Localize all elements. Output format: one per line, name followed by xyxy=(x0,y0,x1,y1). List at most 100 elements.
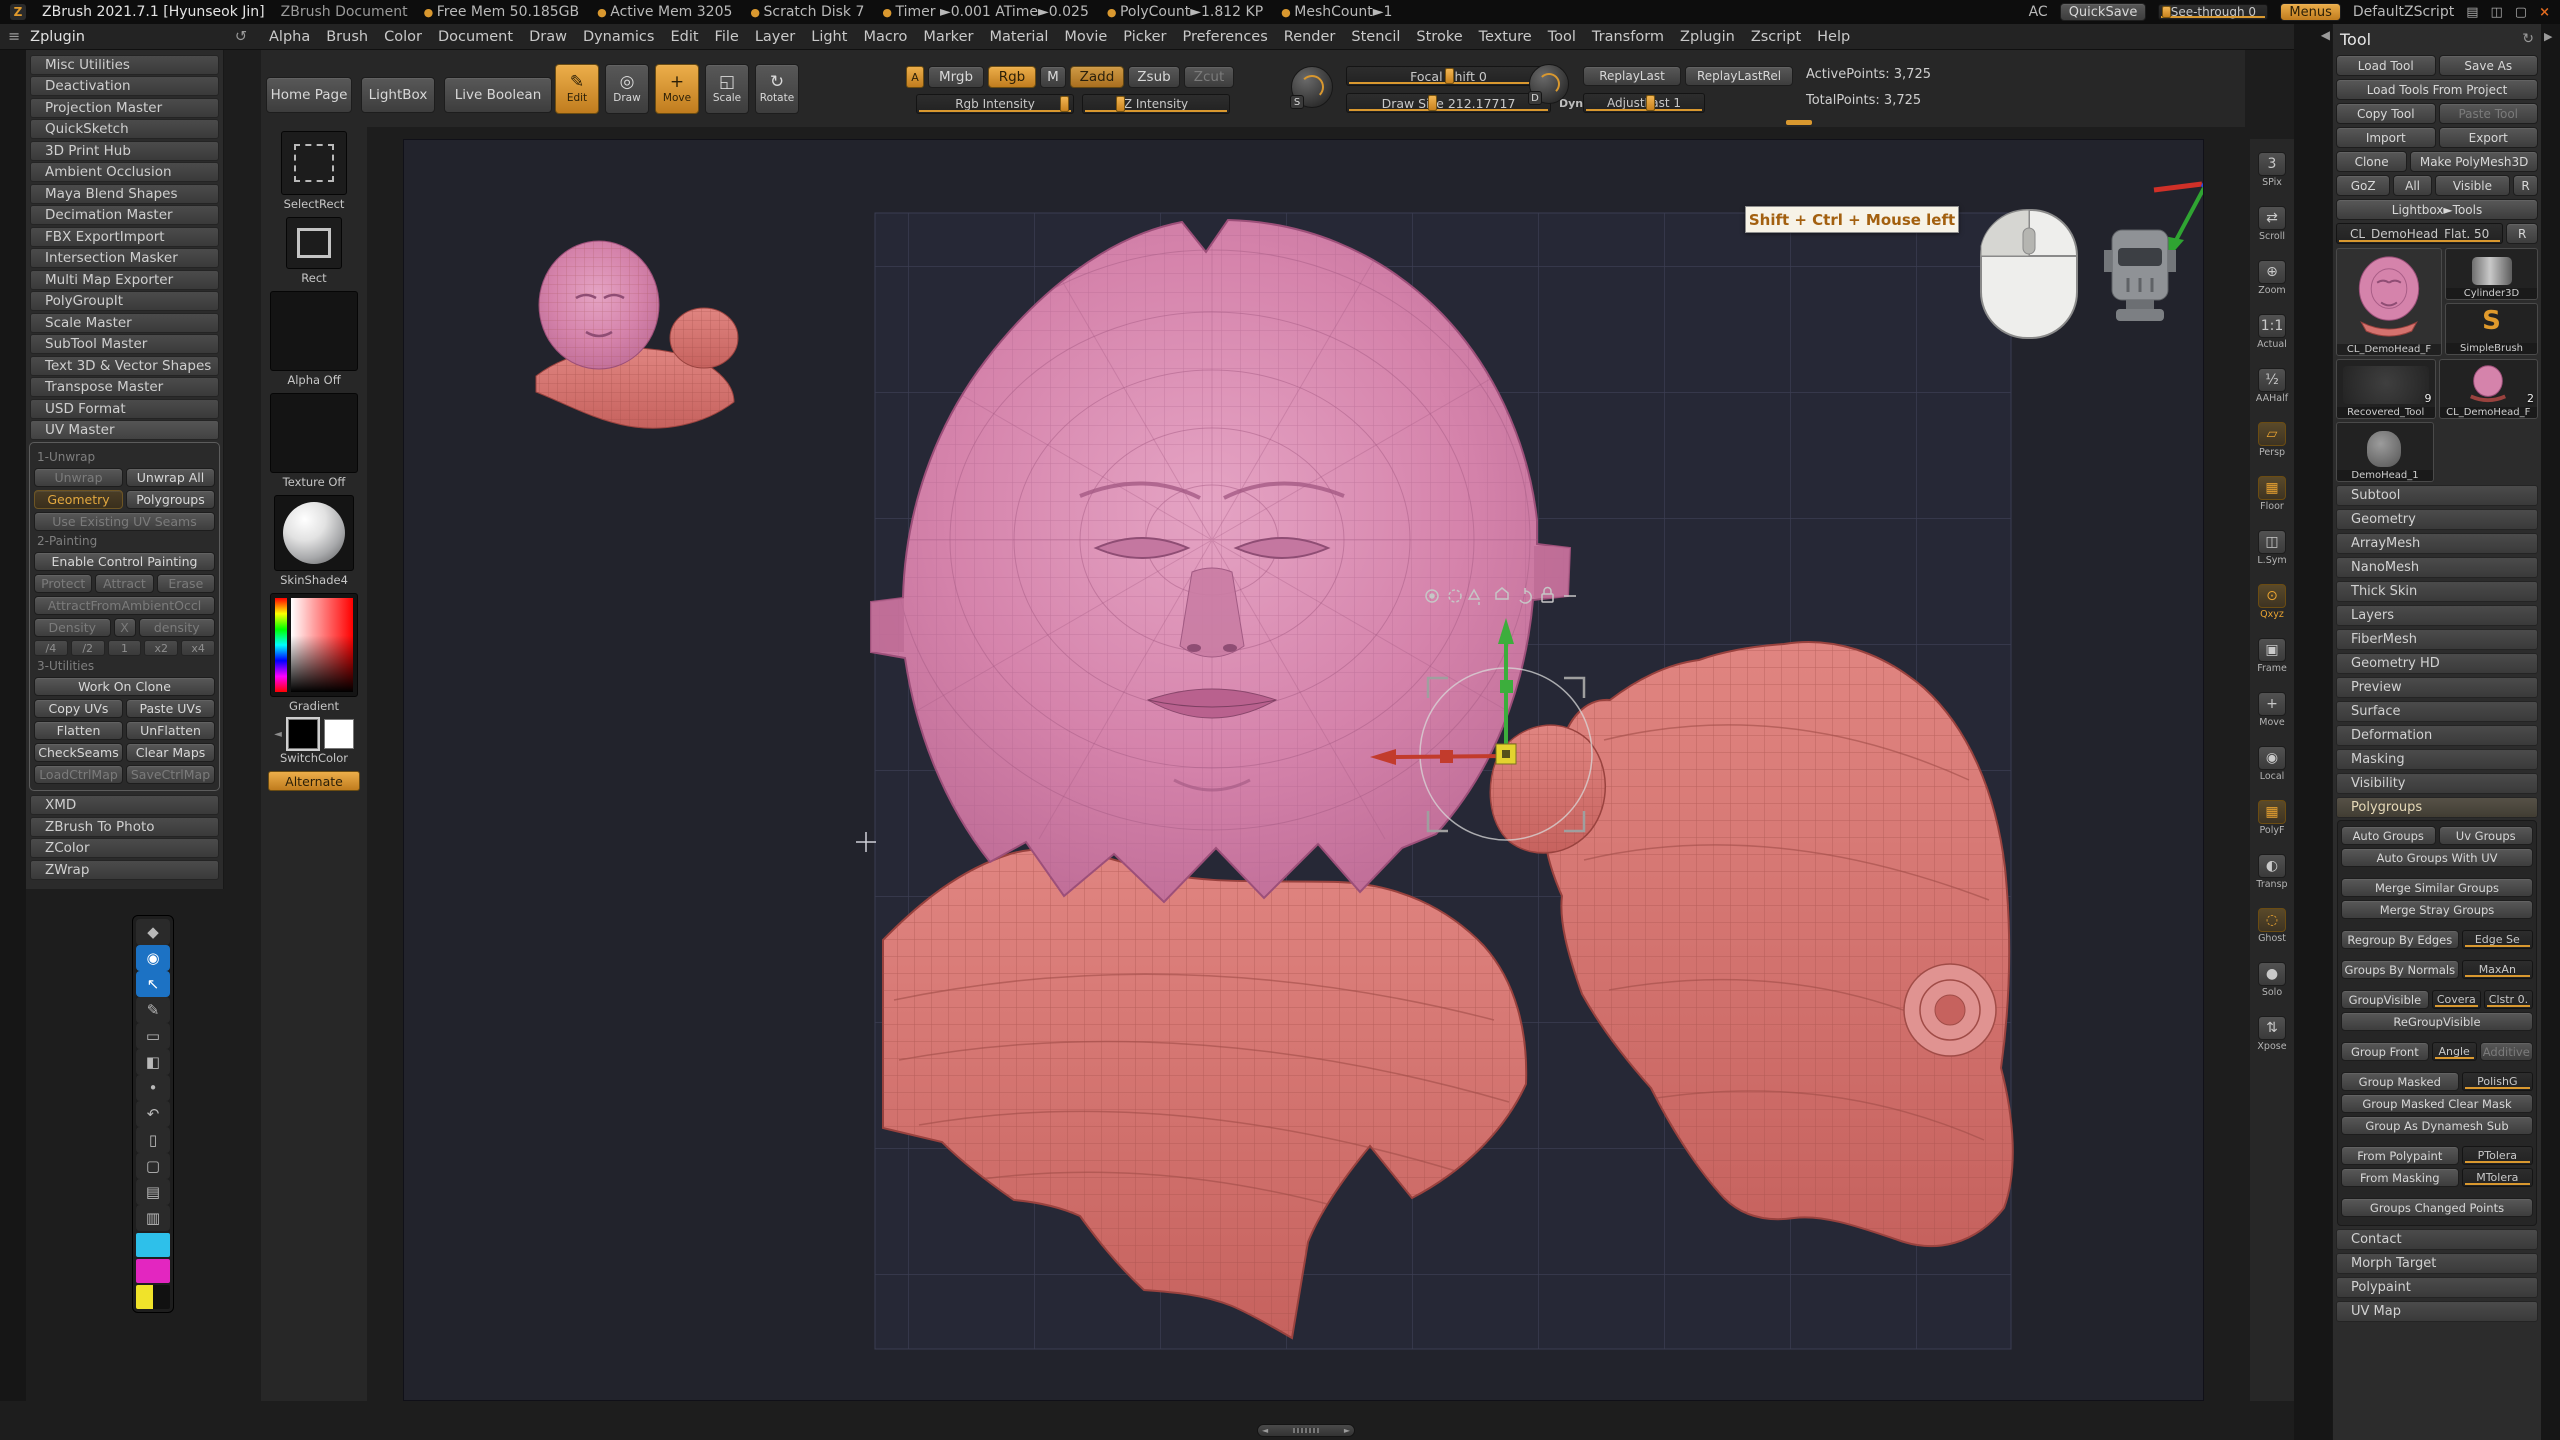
tool-thumb-demohead-f[interactable]: 2 CL_DemoHead_F xyxy=(2439,359,2539,419)
palette-refresh-icon[interactable]: ↺ xyxy=(235,29,247,45)
menu-item[interactable]: Light xyxy=(803,29,855,45)
horizontal-scrollbar[interactable]: ◄ ► xyxy=(1257,1424,1355,1437)
menus-button[interactable]: Menus xyxy=(2280,3,2340,21)
local-button[interactable]: ◉ Local xyxy=(2252,741,2292,787)
qxyz-button[interactable]: ⊙ Qxyz xyxy=(2252,579,2292,625)
tool-section[interactable]: Preview xyxy=(2336,677,2538,698)
attract-from-ao-button[interactable]: AttractFromAmbientOccl xyxy=(34,596,215,615)
replay-last-rel-button[interactable]: ReplayLastRel xyxy=(1685,66,1793,86)
menu-item[interactable]: Color xyxy=(376,29,430,45)
mrgb-button[interactable]: Mrgb xyxy=(928,66,984,88)
paste-tool-button[interactable]: Paste Tool xyxy=(2439,103,2539,124)
floor-button[interactable]: ▦ Floor xyxy=(2252,471,2292,517)
zsub-button[interactable]: Zsub xyxy=(1128,66,1180,88)
uv-geometry-button[interactable]: Geometry xyxy=(34,490,123,509)
group-as-dynamesh-sub-button[interactable]: Group As Dynamesh Sub xyxy=(2341,1116,2533,1135)
split-view-icon[interactable]: ◫ xyxy=(2491,5,2503,20)
use-existing-uv-seams-button[interactable]: Use Existing UV Seams xyxy=(34,512,215,531)
clipboard-icon[interactable]: ▥ xyxy=(136,1205,170,1231)
menu-item[interactable]: Brush xyxy=(318,29,376,45)
tool-section[interactable]: Masking xyxy=(2336,749,2538,770)
shelf-scroll-indicator[interactable] xyxy=(1786,120,1812,125)
zplugin-item[interactable]: USD Format xyxy=(30,399,219,419)
polish-groups-slider[interactable]: PolishG xyxy=(2462,1072,2533,1091)
density-mult-button[interactable]: /2 xyxy=(71,640,105,656)
move-mode-button[interactable]: + Move xyxy=(655,64,699,114)
goz-visible-button[interactable]: Visible xyxy=(2435,175,2510,196)
menu-item[interactable]: Picker xyxy=(1115,29,1174,45)
spix-button[interactable]: 3 SPix xyxy=(2252,147,2292,193)
replay-last-button[interactable]: ReplayLast xyxy=(1583,66,1681,86)
draw-mode-button[interactable]: ◎ Draw xyxy=(605,64,649,114)
rgb-intensity-slider[interactable]: Rgb Intensity xyxy=(916,94,1074,114)
adjust-last-slider[interactable]: AdjustLast 1 xyxy=(1583,93,1705,113)
regroup-visible-button[interactable]: ReGroupVisible xyxy=(2341,1012,2533,1031)
zoom-button[interactable]: ⊕ Zoom xyxy=(2252,255,2292,301)
menu-item[interactable]: Dynamics xyxy=(575,29,663,45)
merge-similar-groups-button[interactable]: Merge Similar Groups xyxy=(2341,878,2533,897)
tool-section[interactable]: Contact xyxy=(2336,1229,2538,1250)
zplugin-item[interactable]: Projection Master xyxy=(30,98,219,118)
zplugin-item[interactable]: Misc Utilities xyxy=(30,55,219,75)
unflatten-button[interactable]: UnFlatten xyxy=(126,721,215,740)
density-button[interactable]: Density xyxy=(34,618,111,637)
unwrap-all-button[interactable]: Unwrap All xyxy=(126,468,215,487)
menu-item[interactable]: Texture xyxy=(1471,29,1540,45)
document-canvas[interactable]: Shift + Ctrl + Mouse left xyxy=(403,139,2204,1401)
close-icon[interactable]: × xyxy=(2539,5,2550,20)
pin-icon[interactable]: ◆ xyxy=(136,919,170,945)
zplugin-item[interactable]: XMD xyxy=(30,795,219,815)
merge-stray-groups-button[interactable]: Merge Stray Groups xyxy=(2341,900,2533,919)
tool-thumb-recovered[interactable]: 9 Recovered_Tool xyxy=(2336,359,2436,419)
scroll-right-icon[interactable]: ► xyxy=(1344,1426,1350,1435)
from-masking-button[interactable]: From Masking xyxy=(2341,1168,2459,1187)
menu-item[interactable]: Stencil xyxy=(1343,29,1408,45)
menu-item[interactable]: Render xyxy=(1276,29,1344,45)
cursor-icon[interactable]: ↖ xyxy=(136,971,170,997)
zplugin-item[interactable]: Deactivation xyxy=(30,76,219,96)
scroll-left-icon[interactable]: ◄ xyxy=(1262,1426,1268,1435)
zplugin-item[interactable]: Ambient Occlusion xyxy=(30,162,219,182)
scale-mode-button[interactable]: ◱ Scale xyxy=(705,64,749,114)
copy-uvs-button[interactable]: Copy UVs xyxy=(34,699,123,718)
zplugin-item[interactable]: ZBrush To Photo xyxy=(30,817,219,837)
menu-item[interactable]: Document xyxy=(430,29,521,45)
edit-mode-button[interactable]: ✎ Edit xyxy=(555,64,599,114)
stroke-picker-icon[interactable]: S xyxy=(1291,66,1333,108)
from-polypaint-button[interactable]: From Polypaint xyxy=(2341,1146,2459,1165)
menu-item[interactable]: Alpha xyxy=(261,29,318,45)
restore-window-icon[interactable]: ▢ xyxy=(2515,5,2527,20)
coverage-slider[interactable]: Covera xyxy=(2432,990,2481,1009)
tool-section[interactable]: FiberMesh xyxy=(2336,629,2538,650)
load-ctrl-map-button[interactable]: LoadCtrlMap xyxy=(34,765,123,784)
zplugin-item[interactable]: Intersection Masker xyxy=(30,248,219,268)
z-intensity-slider[interactable]: Z Intensity xyxy=(1082,94,1230,114)
menu-item[interactable]: Movie xyxy=(1056,29,1115,45)
tool-section[interactable]: ArrayMesh xyxy=(2336,533,2538,554)
actual-button[interactable]: 1:1 Actual xyxy=(2252,309,2292,355)
save-as-button[interactable]: Save As xyxy=(2439,55,2539,76)
default-zscript-label[interactable]: DefaultZScript xyxy=(2353,4,2454,20)
angle-slider[interactable]: Angle xyxy=(2432,1042,2477,1061)
zplugin-item[interactable]: SubTool Master xyxy=(30,334,219,354)
menu-item[interactable]: Draw xyxy=(521,29,575,45)
zplugin-item[interactable]: Maya Blend Shapes xyxy=(30,184,219,204)
menu-item[interactable]: Zplugin xyxy=(1672,29,1743,45)
saturation-box[interactable] xyxy=(291,598,353,692)
ghost-button[interactable]: ◌ Ghost xyxy=(2252,903,2292,949)
tool-section[interactable]: Geometry HD xyxy=(2336,653,2538,674)
draw-size-slider[interactable]: Draw Size 212.17717 xyxy=(1346,93,1551,113)
group-masked-clear-mask-button[interactable]: Group Masked Clear Mask xyxy=(2341,1094,2533,1113)
rect-icon[interactable]: ▭ xyxy=(136,1023,170,1049)
zplugin-item[interactable]: ZColor xyxy=(30,838,219,858)
zplugin-item[interactable]: FBX ExportImport xyxy=(30,227,219,247)
m-button[interactable]: M xyxy=(1040,66,1066,88)
gizmo-y-handle[interactable] xyxy=(1500,680,1513,693)
collapse-panel-icon[interactable]: ◀ xyxy=(2321,28,2330,42)
checkseams-button[interactable]: CheckSeams xyxy=(34,743,123,762)
tool-section-polygroups[interactable]: Polygroups xyxy=(2336,797,2538,818)
aahalf-button[interactable]: ½ AAHalf xyxy=(2252,363,2292,409)
tool-refresh-icon[interactable]: ↻ xyxy=(2522,31,2534,47)
swatch-arrow-icon[interactable]: ◄ xyxy=(274,729,282,740)
dots-picker-icon[interactable]: D xyxy=(1529,64,1569,104)
